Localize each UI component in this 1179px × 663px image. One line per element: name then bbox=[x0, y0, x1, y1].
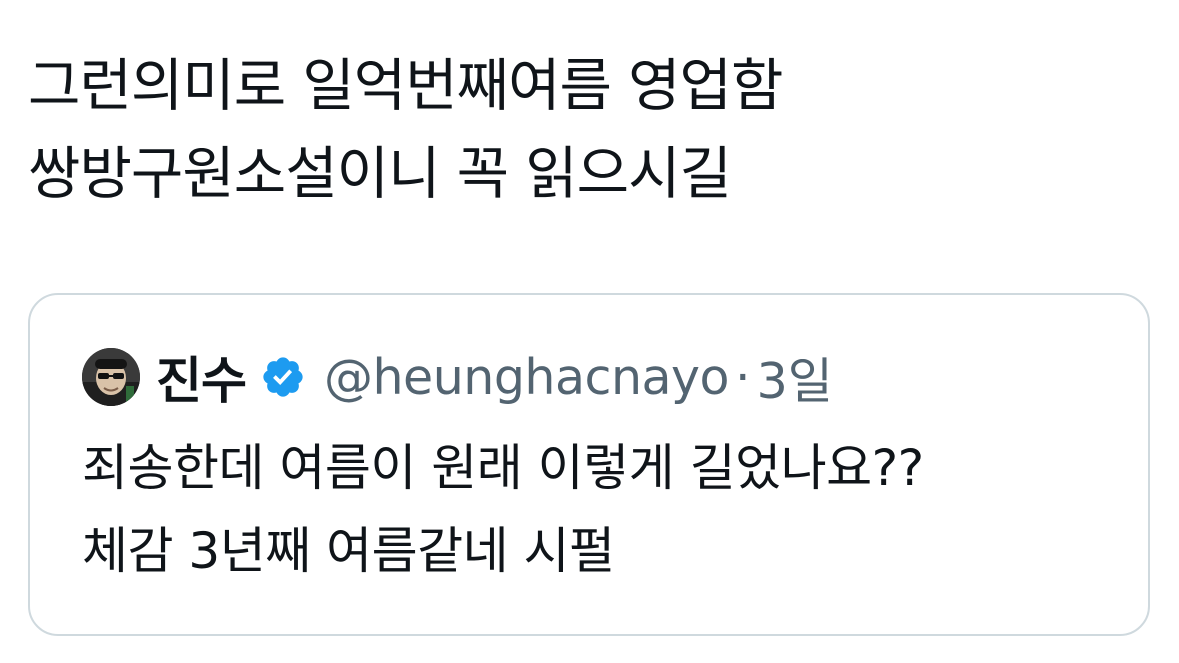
tweet-text-line-2: 쌍방구원소설이니 꼭 읽으시길 bbox=[28, 141, 732, 207]
avatar-image bbox=[82, 348, 140, 406]
tweet-text-line-1: 그런의미로 일억번째여름 영업함 bbox=[28, 53, 783, 119]
tweet-text: 그런의미로 일억번째여름 영업함 쌍방구원소설이니 꼭 읽으시길 bbox=[28, 42, 1148, 218]
quoted-tweet-text-line-1: 죄송한데 여름이 원래 이렇게 길었나요?? bbox=[82, 439, 924, 497]
quoted-tweet-time[interactable]: 3일 bbox=[757, 342, 833, 413]
quoted-tweet-text: 죄송한데 여름이 원래 이렇게 길었나요?? 체감 3년째 여름같네 시펄 bbox=[82, 427, 1122, 593]
quoted-author-handle[interactable]: @heunghacnayo bbox=[324, 349, 730, 406]
verified-badge-icon bbox=[260, 354, 306, 400]
quoted-tweet-header: 진수 @heunghacnayo · 3일 bbox=[82, 347, 833, 410]
separator-dot: · bbox=[735, 348, 751, 406]
quoted-tweet-text-line-2: 체감 3년째 여름같네 시펄 bbox=[82, 522, 615, 580]
avatar[interactable] bbox=[82, 348, 140, 406]
quoted-tweet-card[interactable]: 진수 @heunghacnayo · 3일 죄송한데 여름이 원래 이렇게 길었… bbox=[28, 293, 1150, 636]
quoted-author-name[interactable]: 진수 bbox=[156, 341, 247, 413]
